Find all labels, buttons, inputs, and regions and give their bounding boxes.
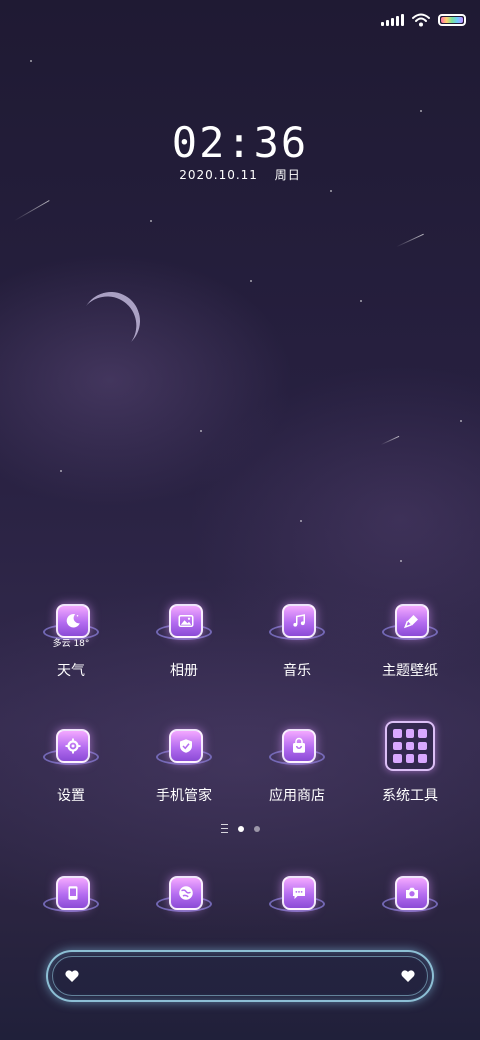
battery-level [441,17,463,23]
clock-time[interactable]: 02:36 [0,118,480,167]
music-icon [282,604,316,638]
paint-brush-icon [395,604,429,638]
moon-decoration [74,284,148,358]
app-phone[interactable] [11,874,131,922]
battery-icon [438,14,466,26]
app-appstore[interactable]: 应用商店 [237,727,357,805]
app-tools-folder[interactable]: 系统工具 [350,721,470,805]
app-label: 天气 [57,663,85,679]
signal-icon [381,14,404,26]
streak [14,200,50,221]
camera-icon [395,876,429,910]
star [360,300,362,302]
weekday: 周日 [274,168,301,182]
app-gallery[interactable]: 相册 [124,602,244,680]
globe-icon [169,876,203,910]
weather-summary: 多云 18° [52,639,90,649]
page-dot[interactable] [253,825,260,832]
star [300,520,302,522]
star [460,420,462,422]
app-music[interactable]: 音乐 [237,602,357,680]
app-weather[interactable]: 多云 18° 天气 [11,602,131,680]
star [60,470,62,472]
streak [380,435,400,446]
message-icon [282,876,316,910]
page-dot-active[interactable] [237,825,244,832]
heart-icon [401,970,415,982]
menu-icon[interactable] [220,824,228,833]
image-icon [169,604,203,638]
star [420,110,422,112]
shopping-bag-icon [282,729,316,763]
app-themes[interactable]: 主题壁纸 [350,602,470,680]
streak [396,233,424,248]
moon-icon [56,604,90,638]
page-indicator[interactable] [0,824,480,833]
app-label: 音乐 [283,663,311,679]
app-label: 系统工具 [382,788,438,804]
folder-icon [385,721,435,771]
star [250,280,252,282]
star [30,60,32,62]
status-bar [381,10,466,30]
star [150,220,152,222]
shield-icon [169,729,203,763]
date: 2020.10.11 [179,168,258,182]
phone-icon [56,876,90,910]
dock-bar[interactable] [46,950,434,1002]
app-label: 主题壁纸 [382,663,438,679]
wifi-icon [412,13,430,27]
app-security[interactable]: 手机管家 [124,727,244,805]
app-camera[interactable] [350,874,470,922]
app-label: 设置 [57,788,85,804]
star [200,430,202,432]
app-messages[interactable] [237,874,357,922]
date-row: 2020.10.11 周日 [0,166,480,183]
heart-icon [65,970,79,982]
app-label: 相册 [170,663,198,679]
app-label: 应用商店 [269,788,325,804]
app-browser[interactable] [124,874,244,922]
app-settings[interactable]: 设置 [11,727,131,805]
star [330,190,332,192]
gear-icon [56,729,90,763]
star [400,560,402,562]
app-label: 手机管家 [156,788,212,804]
